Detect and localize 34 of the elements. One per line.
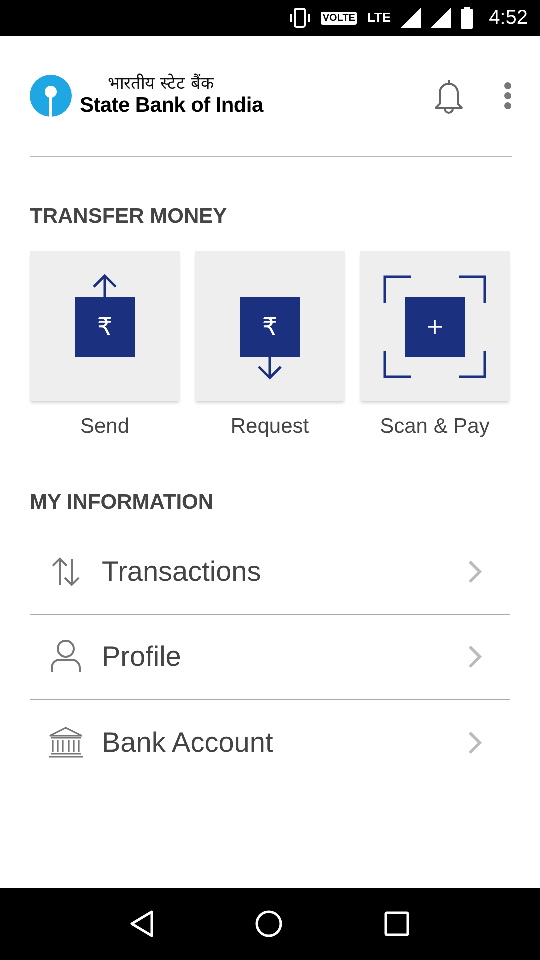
tile-label: Send — [80, 415, 130, 439]
logo-hindi-text: भारतीय स्टेट बैंक — [108, 74, 216, 94]
sbi-logo-icon — [30, 75, 72, 117]
person-icon — [50, 640, 82, 674]
back-icon[interactable] — [130, 910, 154, 938]
battery-icon — [461, 7, 474, 29]
volte-badge: VOLTE — [320, 12, 358, 24]
arrows-up-down-icon — [50, 555, 82, 589]
rupee-symbol: ₹ — [97, 315, 113, 339]
clock: 4:52 — [489, 6, 528, 30]
menu-row[interactable]: Profile — [30, 615, 510, 700]
section-title: MY INFORMATION — [30, 491, 214, 514]
home-icon[interactable] — [254, 910, 283, 938]
scan-tile[interactable] — [360, 251, 510, 401]
bank-building-icon — [48, 726, 84, 759]
signal-icon — [431, 8, 452, 28]
send-tile[interactable]: ₹ — [30, 251, 180, 401]
vibrate-icon — [288, 7, 311, 29]
menu-row[interactable]: Bank Account — [30, 700, 510, 785]
request-tile[interactable]: ₹ — [195, 251, 345, 401]
section-title: TRANSFER MONEY — [30, 205, 228, 228]
tile-label: Scan & Pay — [380, 415, 490, 439]
logo-english-text: State Bank of India — [80, 94, 264, 118]
recent-apps-icon[interactable] — [384, 911, 410, 937]
menu-row[interactable]: Transactions — [30, 530, 510, 615]
chevron-right-icon — [468, 645, 482, 669]
network-type: LTE — [367, 12, 392, 24]
notification-bell-icon[interactable] — [432, 78, 466, 114]
chevron-right-icon — [468, 730, 482, 754]
more-options-icon[interactable] — [504, 82, 512, 110]
rupee-symbol: ₹ — [262, 315, 278, 339]
tile-label: Request — [230, 415, 310, 439]
chevron-right-icon — [468, 560, 482, 584]
signal-icon — [401, 8, 422, 28]
